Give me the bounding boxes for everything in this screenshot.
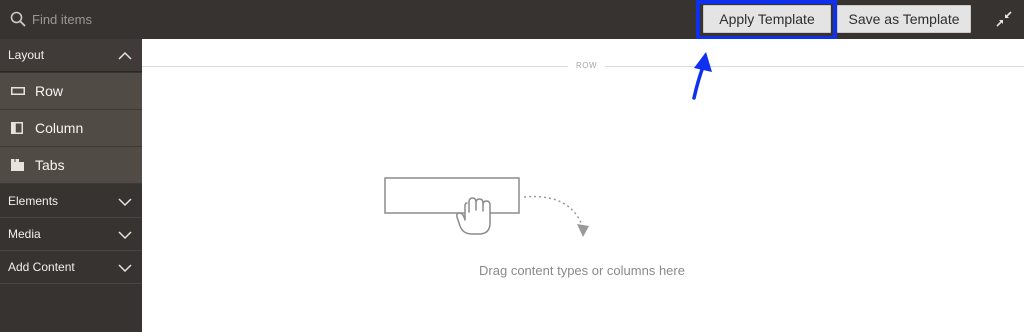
sidebar-item-label: Column: [35, 120, 84, 136]
row-label: ROW: [568, 60, 606, 72]
collapse-fullscreen-icon[interactable]: [996, 11, 1012, 27]
sidebar-item-tabs[interactable]: Tabs: [0, 147, 142, 184]
chevron-up-icon: [118, 51, 132, 60]
sidebar-item-label: Row: [35, 83, 64, 99]
sidebar-section-elements[interactable]: Elements: [0, 185, 142, 218]
page-builder: Apply Template Save as Template Layout R…: [0, 0, 1024, 332]
drag-and-drop-illustration: [384, 177, 589, 237]
tabs-icon: [11, 159, 24, 171]
search-icon: [10, 11, 26, 27]
sidebar-item-row[interactable]: Row: [0, 73, 142, 110]
sidebar-item-label: Tabs: [35, 157, 65, 173]
chevron-down-icon: [118, 198, 132, 207]
sidebar-section-label: Layout: [8, 48, 45, 62]
sidebar-panel: Layout Row Column Tabs Elements Media Ad…: [0, 39, 142, 332]
sidebar-section-label: Media: [8, 227, 41, 241]
search-input[interactable]: [32, 9, 137, 29]
top-toolbar: Apply Template Save as Template: [0, 0, 1024, 40]
save-as-template-button[interactable]: Save as Template: [837, 5, 971, 33]
chevron-down-icon: [118, 231, 132, 240]
drop-hint-text: Drag content types or columns here: [479, 263, 685, 278]
sidebar-section-add-content[interactable]: Add Content: [0, 251, 142, 284]
column-icon: [11, 122, 23, 134]
row-icon: [11, 87, 25, 95]
apply-template-button[interactable]: Apply Template: [703, 5, 831, 33]
sidebar-section-layout[interactable]: Layout: [0, 39, 142, 72]
sidebar-section-label: Add Content: [8, 260, 75, 274]
sidebar-item-column[interactable]: Column: [0, 110, 142, 147]
chevron-down-icon: [118, 264, 132, 273]
sidebar-section-media[interactable]: Media: [0, 218, 142, 251]
stage-canvas[interactable]: ROW Drag content types or columns here: [142, 39, 1024, 332]
search-box: [0, 0, 142, 39]
sidebar-section-label: Elements: [8, 194, 59, 208]
